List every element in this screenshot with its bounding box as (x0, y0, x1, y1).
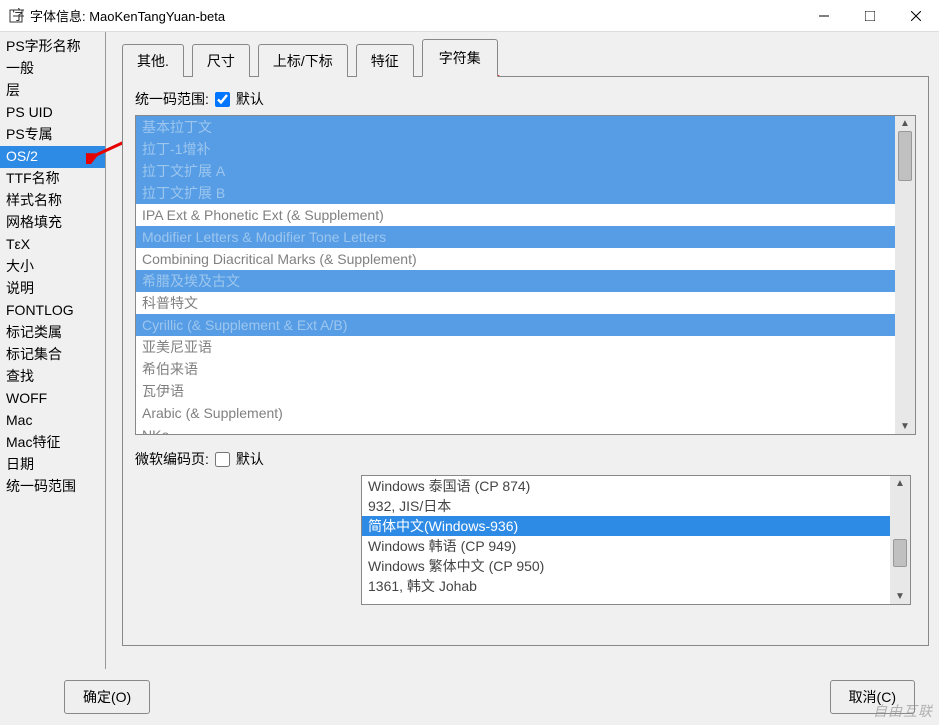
codepage-listbox[interactable]: Windows 泰国语 (CP 874)932, JIS/日本简体中文(Wind… (361, 475, 911, 605)
scrollbar-2[interactable]: ▲ ▼ (890, 476, 910, 604)
scroll-thumb[interactable] (898, 131, 912, 181)
tab-3[interactable]: 特征 (356, 44, 414, 77)
sidebar-item-5[interactable]: OS/2 (0, 146, 105, 168)
sidebar-item-1[interactable]: 一般 (0, 58, 105, 80)
sidebar-item-15[interactable]: 查找 (0, 366, 105, 388)
sidebar-item-19[interactable]: 日期 (0, 454, 105, 476)
sidebar-item-0[interactable]: PS字形名称 (0, 36, 105, 58)
unicode-range-item[interactable]: 瓦伊语 (136, 380, 895, 402)
main-panel: 其他.尺寸上标/下标特征字符集 统一码范围: 默认 基本拉丁文拉丁-1增补拉丁文… (106, 32, 939, 669)
sidebar-item-8[interactable]: 网格填充 (0, 212, 105, 234)
codepage-item[interactable]: Windows 泰国语 (CP 874) (362, 476, 890, 496)
tab-panel-charset: 统一码范围: 默认 基本拉丁文拉丁-1增补拉丁文扩展 A拉丁文扩展 BIPA E… (122, 76, 929, 646)
sidebar-item-11[interactable]: 说明 (0, 278, 105, 300)
ms-codepage-label: 微软编码页: (135, 449, 209, 469)
codepage-item[interactable]: 1361, 韩文 Johab (362, 576, 890, 596)
sidebar-item-14[interactable]: 标记集合 (0, 344, 105, 366)
ms-default-checkbox[interactable] (215, 452, 230, 467)
unicode-default-label: 默认 (236, 89, 264, 109)
ms-default-label: 默认 (236, 449, 264, 469)
close-button[interactable] (893, 0, 939, 32)
unicode-range-item[interactable]: Combining Diacritical Marks (& Supplemen… (136, 248, 895, 270)
scroll-up-icon[interactable]: ▲ (900, 118, 910, 129)
unicode-range-listbox[interactable]: 基本拉丁文拉丁-1增补拉丁文扩展 A拉丁文扩展 BIPA Ext & Phone… (135, 115, 916, 435)
unicode-range-item[interactable]: Modifier Letters & Modifier Tone Letters (136, 226, 895, 248)
scroll-up-icon[interactable]: ▲ (895, 478, 905, 489)
tab-1[interactable]: 尺寸 (192, 44, 250, 77)
unicode-range-item[interactable]: 亚美尼亚语 (136, 336, 895, 358)
tab-0[interactable]: 其他. (122, 44, 184, 77)
unicode-range-item[interactable]: IPA Ext & Phonetic Ext (& Supplement) (136, 204, 895, 226)
svg-text:字: 字 (12, 8, 24, 23)
app-icon: 字 (8, 8, 24, 24)
tab-4[interactable]: 字符集 (422, 39, 498, 77)
unicode-range-item[interactable]: Cyrillic (& Supplement & Ext A/B) (136, 314, 895, 336)
unicode-range-item[interactable]: 基本拉丁文 (136, 116, 895, 138)
unicode-range-item[interactable]: 拉丁文扩展 A (136, 160, 895, 182)
unicode-range-item[interactable]: NKo (136, 424, 895, 434)
window-title: 字体信息: MaoKenTangYuan-beta (30, 6, 801, 25)
tab-2[interactable]: 上标/下标 (258, 44, 348, 77)
sidebar-item-6[interactable]: TTF名称 (0, 168, 105, 190)
unicode-range-item[interactable]: Arabic (& Supplement) (136, 402, 895, 424)
sidebar-item-2[interactable]: 层 (0, 80, 105, 102)
codepage-item[interactable]: 简体中文(Windows-936) (362, 516, 890, 536)
scroll-thumb[interactable] (893, 539, 907, 567)
scroll-down-icon[interactable]: ▼ (895, 591, 905, 602)
sidebar-item-20[interactable]: 统一码范围 (0, 476, 105, 498)
sidebar-item-13[interactable]: 标记类属 (0, 322, 105, 344)
codepage-item[interactable]: 932, JIS/日本 (362, 496, 890, 516)
sidebar-item-18[interactable]: Mac特征 (0, 432, 105, 454)
sidebar-item-12[interactable]: FONTLOG (0, 300, 105, 322)
ok-button[interactable]: 确定(O) (64, 680, 150, 714)
tab-bar: 其他.尺寸上标/下标特征字符集 (122, 38, 929, 76)
dialog-footer: 确定(O) 取消(C) (0, 669, 939, 725)
unicode-range-item[interactable]: 希腊及埃及古文 (136, 270, 895, 292)
unicode-range-item[interactable]: 拉丁-1增补 (136, 138, 895, 160)
sidebar-item-9[interactable]: TεX (0, 234, 105, 256)
sidebar-item-4[interactable]: PS专属 (0, 124, 105, 146)
codepage-item[interactable]: Windows 韩语 (CP 949) (362, 536, 890, 556)
sidebar-item-7[interactable]: 样式名称 (0, 190, 105, 212)
watermark: 自由互联 (873, 701, 933, 721)
sidebar: PS字形名称一般层PS UIDPS专属OS/2TTF名称样式名称网格填充TεX大… (0, 32, 106, 669)
unicode-range-label: 统一码范围: (135, 89, 209, 109)
sidebar-item-10[interactable]: 大小 (0, 256, 105, 278)
titlebar: 字 字体信息: MaoKenTangYuan-beta (0, 0, 939, 32)
unicode-range-item[interactable]: 拉丁文扩展 B (136, 182, 895, 204)
maximize-button[interactable] (847, 0, 893, 32)
scrollbar[interactable]: ▲ ▼ (895, 116, 915, 434)
minimize-button[interactable] (801, 0, 847, 32)
scroll-down-icon[interactable]: ▼ (900, 421, 910, 432)
sidebar-item-16[interactable]: WOFF (0, 388, 105, 410)
unicode-range-item[interactable]: 希伯来语 (136, 358, 895, 380)
codepage-item[interactable]: Windows 繁体中文 (CP 950) (362, 556, 890, 576)
sidebar-item-3[interactable]: PS UID (0, 102, 105, 124)
unicode-default-checkbox[interactable] (215, 92, 230, 107)
sidebar-item-17[interactable]: Mac (0, 410, 105, 432)
unicode-range-item[interactable]: 科普特文 (136, 292, 895, 314)
